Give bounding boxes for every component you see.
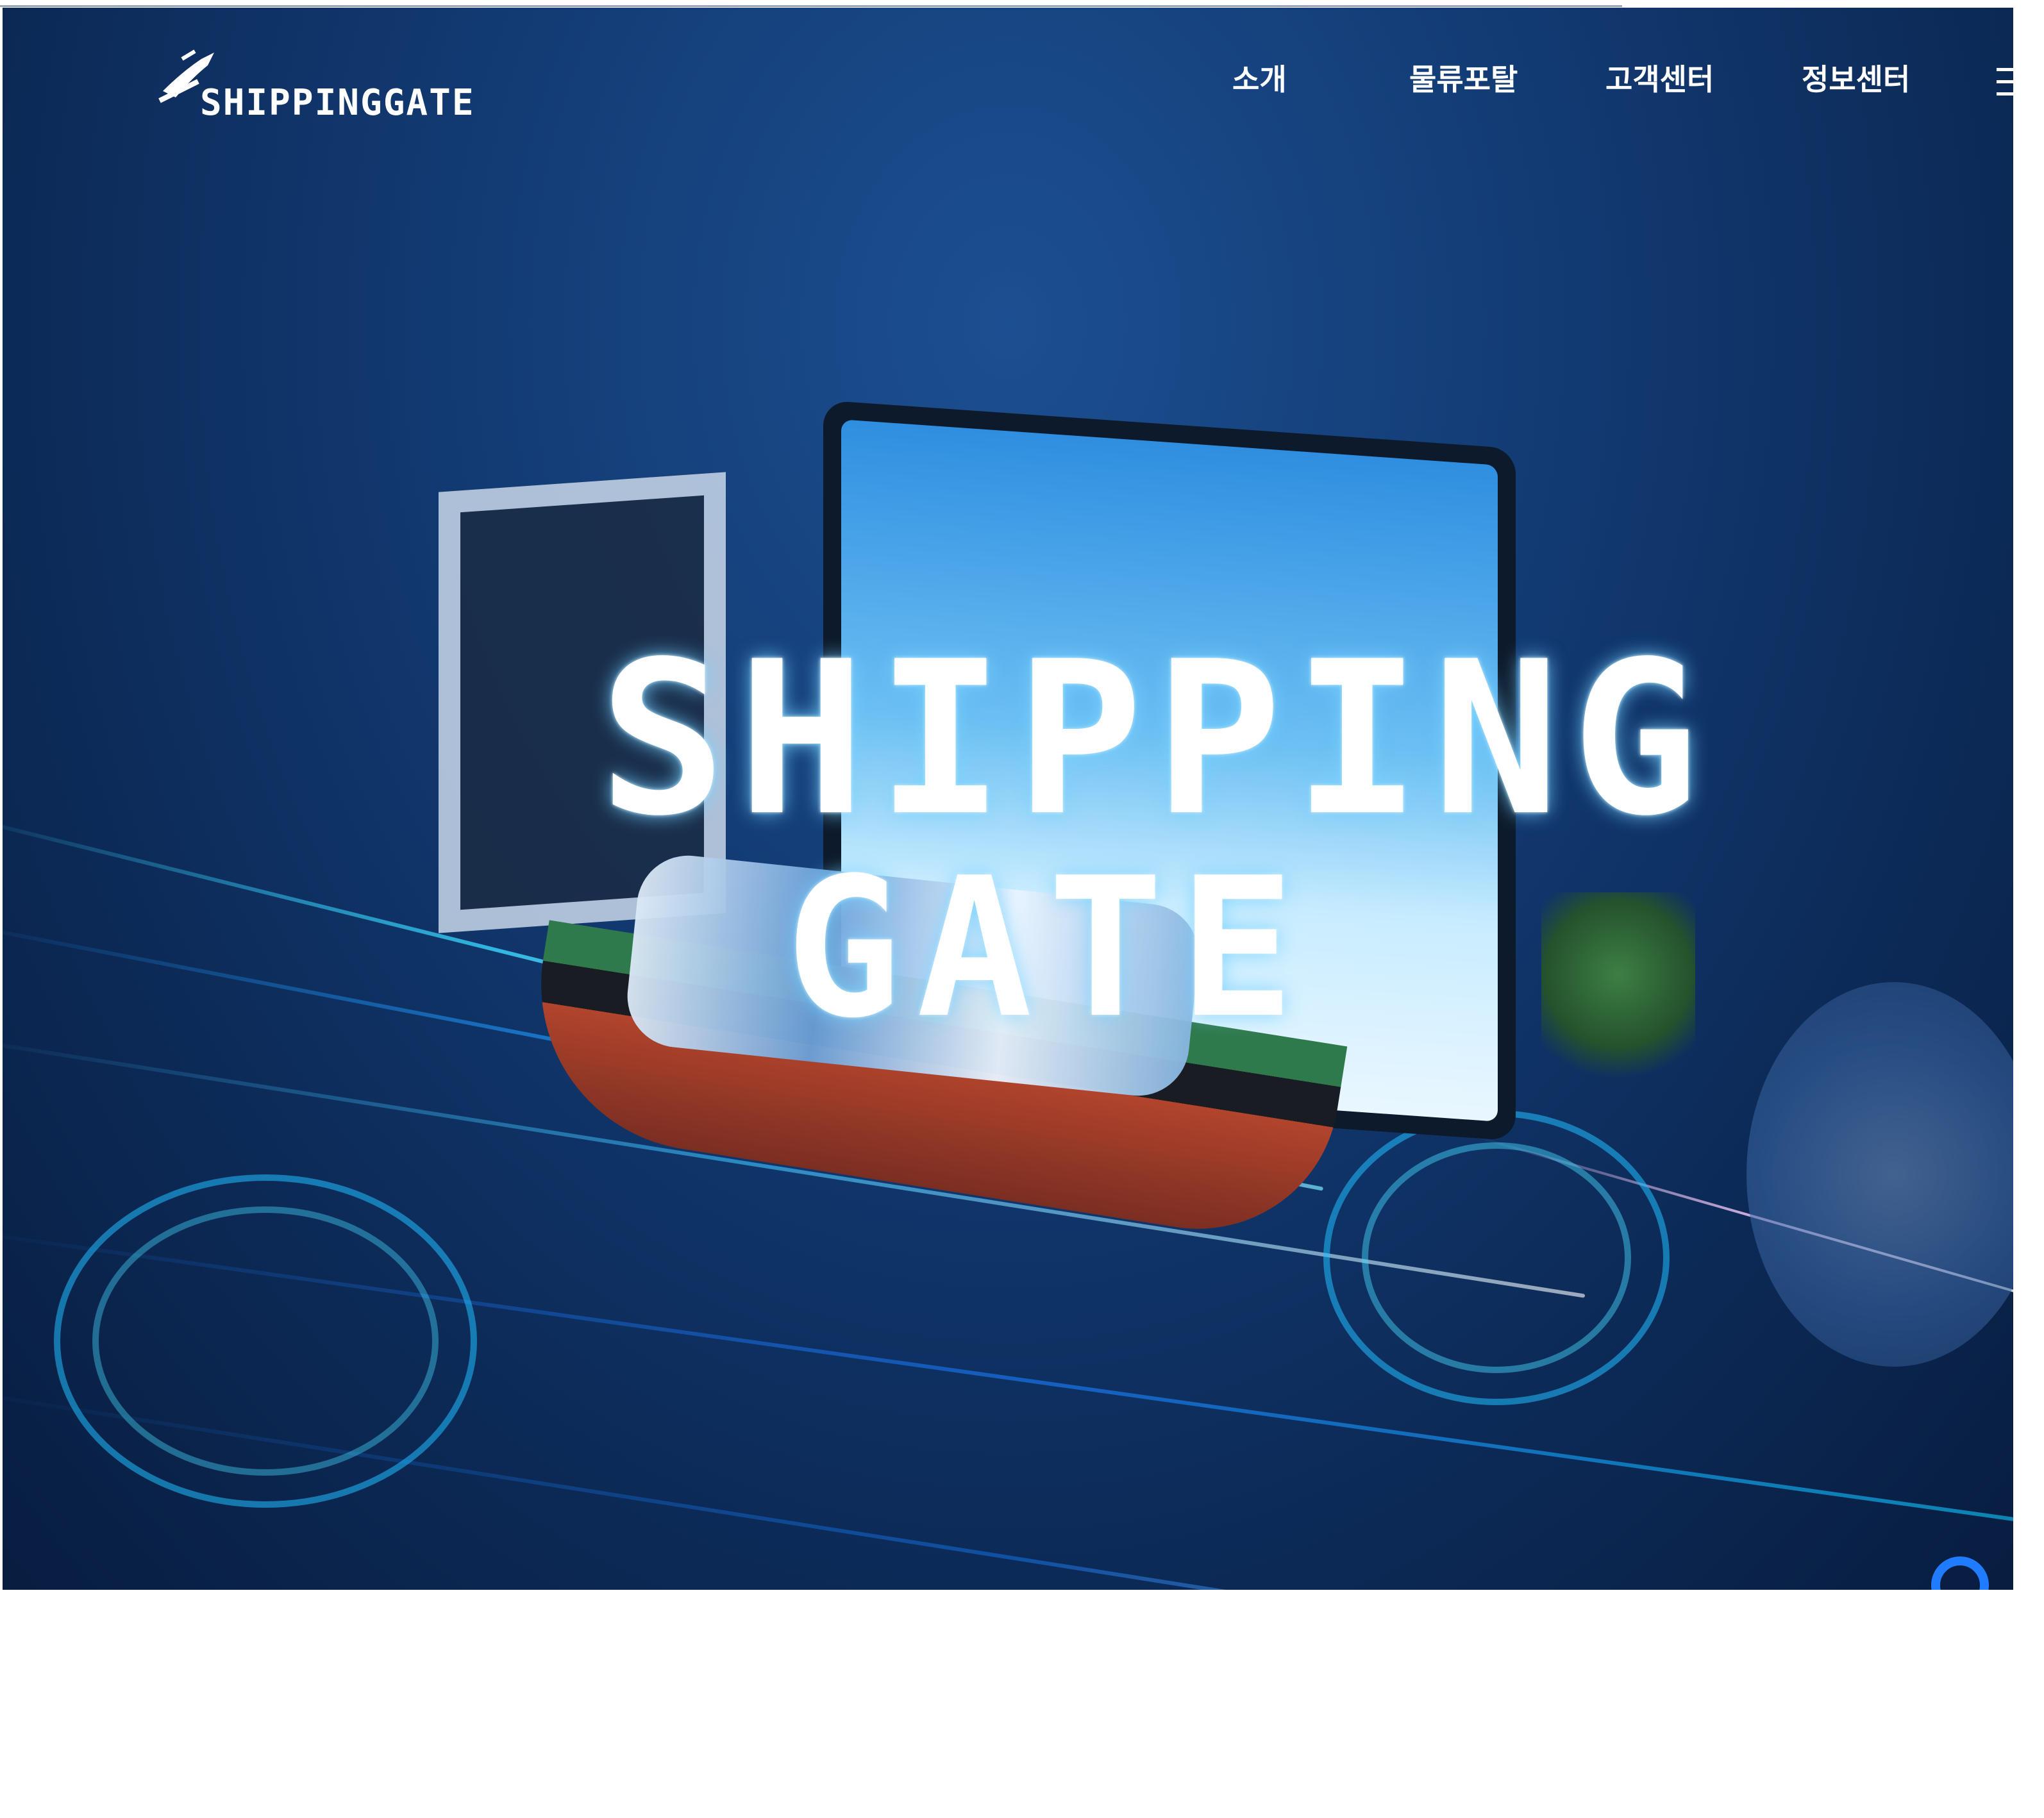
plant (1541, 892, 1695, 1097)
hero-title: SHIPPING GATE (599, 616, 1711, 1060)
hero-banner: SHIPPING GATE SHIPPINGGATE 소개 물류포탈 고객센터 … (3, 8, 2013, 1590)
top-border (0, 0, 1622, 7)
hero-title-line2: GATE (785, 837, 1311, 1060)
light-arc (92, 1206, 439, 1476)
scroll-indicator-icon[interactable] (1931, 1556, 1989, 1590)
hero-title-line1: SHIPPING (599, 616, 1711, 862)
site-header: SHIPPINGGATE 소개 물류포탈 고객센터 정보센터 (3, 8, 2013, 162)
nav-item-about[interactable]: 소개 (1232, 56, 1287, 99)
nav-item-info-center[interactable]: 정보센터 (1802, 56, 1910, 99)
main-nav: 소개 물류포탈 고객센터 정보센터 (3, 56, 2013, 114)
clock (1747, 982, 2013, 1367)
light-arc (1362, 1142, 1631, 1373)
nav-item-customer-center[interactable]: 고객센터 (1605, 56, 1714, 99)
menu-icon[interactable] (1997, 68, 2013, 100)
nav-item-logistics-portal[interactable]: 물류포탈 (1409, 56, 1518, 99)
